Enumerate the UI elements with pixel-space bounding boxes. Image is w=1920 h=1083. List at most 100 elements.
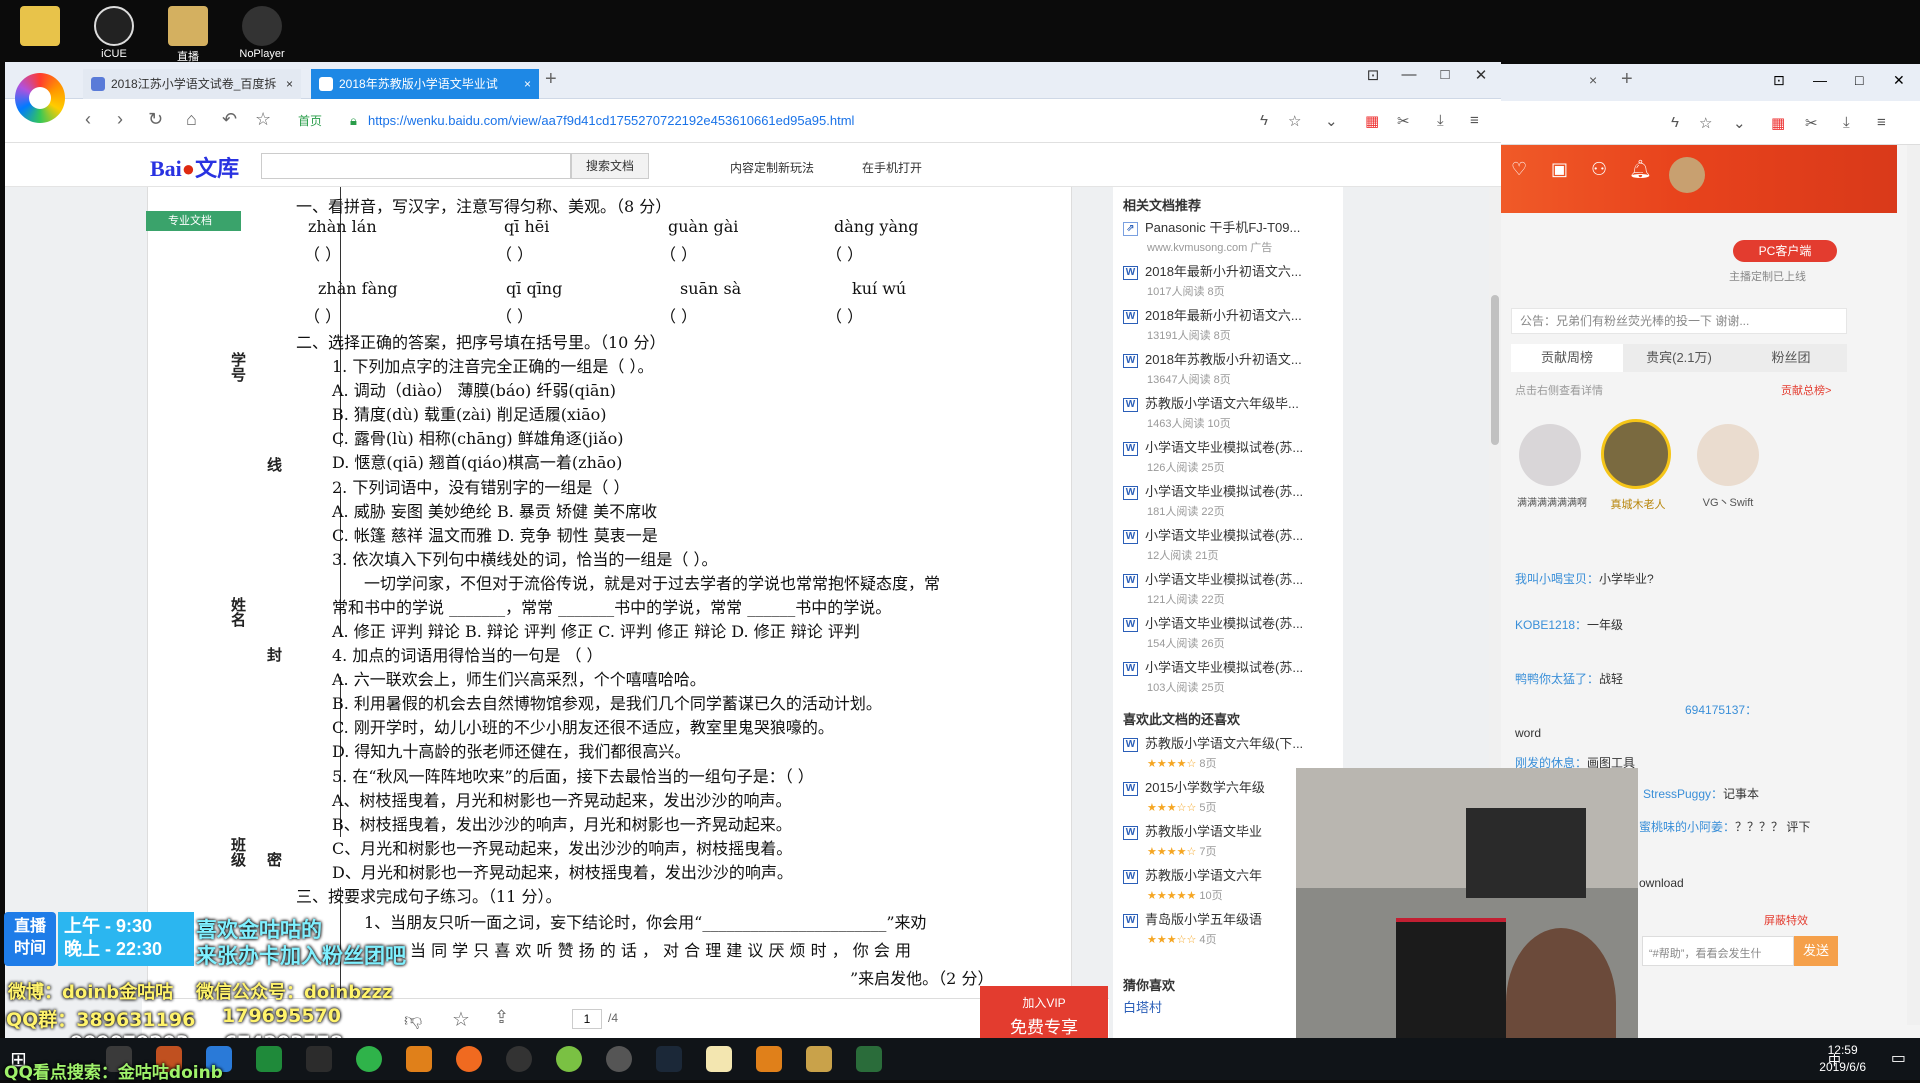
notification-icon[interactable]: ▭ bbox=[1891, 1048, 1906, 1068]
avatar[interactable] bbox=[1697, 424, 1759, 486]
search-button[interactable]: 搜索文档 bbox=[571, 153, 649, 179]
taskbar-app-icon[interactable] bbox=[856, 1046, 882, 1072]
taskbar-app-icon[interactable] bbox=[506, 1046, 532, 1072]
forward-icon[interactable]: › bbox=[117, 109, 123, 130]
close-tab-icon[interactable]: × bbox=[524, 69, 531, 99]
chevron-down-icon[interactable]: ⌄ bbox=[1733, 114, 1746, 132]
taskbar-app-icon[interactable] bbox=[756, 1046, 782, 1072]
favorite-icon[interactable]: ☆ bbox=[255, 109, 271, 130]
shield-effects-toggle[interactable]: 屏蔽特效 bbox=[1764, 912, 1808, 928]
related-doc-item[interactable]: W 小学语文毕业模拟试卷(苏... 126人阅读 25页 bbox=[1123, 437, 1338, 475]
taskbar-app-icon[interactable] bbox=[556, 1046, 582, 1072]
undo-icon[interactable]: ↶ bbox=[222, 109, 237, 130]
thumbs-down-icon[interactable]: 👎︎ bbox=[404, 1009, 422, 1031]
new-tab-button[interactable]: + bbox=[545, 68, 557, 91]
rank-total-link[interactable]: 贡献总榜> bbox=[1781, 382, 1831, 398]
tab-vip[interactable]: 贵宾(2.1万) bbox=[1623, 344, 1735, 372]
desktop-icon-folder[interactable] bbox=[10, 6, 70, 64]
apps-icon[interactable]: ▦ bbox=[1771, 114, 1785, 132]
taskbar-app-icon[interactable] bbox=[456, 1046, 482, 1072]
home-label[interactable]: 首页 bbox=[298, 108, 350, 134]
menu-icon[interactable]: ≡ bbox=[1877, 114, 1886, 131]
taskbar-app-icon[interactable] bbox=[806, 1046, 832, 1072]
download-icon[interactable]: ⤓ bbox=[1843, 114, 1850, 131]
message-icon[interactable]: 🔔︎ bbox=[1629, 159, 1652, 180]
related-doc-item[interactable]: W 小学语文毕业模拟试卷(苏... 154人阅读 26页 bbox=[1123, 613, 1338, 651]
clock[interactable]: 12:59 2019/6/6 bbox=[1819, 1042, 1866, 1076]
close-button[interactable]: ✕ bbox=[1893, 72, 1905, 89]
answer-bracket[interactable]: （ ） bbox=[304, 241, 341, 265]
home-icon[interactable]: ⌂ bbox=[186, 109, 197, 130]
tab-1[interactable]: 2018江苏小学语文试卷_百度拆 × bbox=[83, 69, 301, 99]
related-doc-item[interactable]: W 2018年最新小升初语文六... 13191人阅读 8页 bbox=[1123, 305, 1338, 343]
taskbar-app-icon[interactable] bbox=[606, 1046, 632, 1072]
skin-icon[interactable]: ⊡ bbox=[1355, 66, 1391, 84]
liked-doc-item[interactable]: W 苏教版小学语文六年级(下... ★★★★☆ 8页 bbox=[1123, 733, 1338, 771]
close-button[interactable]: ✕ bbox=[1463, 66, 1499, 84]
star-icon[interactable]: ☆ bbox=[1699, 114, 1712, 132]
desktop-icon-noplayer[interactable]: NoPlayer bbox=[232, 6, 292, 64]
answer-bracket[interactable]: （ ） bbox=[660, 303, 697, 327]
pc-client-button[interactable]: PC客户端 bbox=[1733, 240, 1837, 262]
desktop-icon-icue[interactable]: iCUE bbox=[84, 6, 144, 64]
page-input[interactable]: 1 bbox=[572, 1009, 602, 1029]
related-doc-item[interactable]: W 小学语文毕业模拟试卷(苏... 12人阅读 21页 bbox=[1123, 525, 1338, 563]
minimize-button[interactable]: — bbox=[1813, 72, 1827, 88]
follow-icon[interactable]: ♡ bbox=[1511, 159, 1527, 180]
custom-content-link[interactable]: 内容定制新玩法 bbox=[730, 159, 814, 176]
avatar[interactable] bbox=[1669, 157, 1705, 193]
skin-icon[interactable]: ⊡ bbox=[1773, 72, 1785, 89]
url-text[interactable]: https://wenku.baidu.com/view/aa7f9d41cd1… bbox=[368, 113, 854, 128]
answer-bracket[interactable]: （ ） bbox=[496, 241, 533, 265]
wechat-icon[interactable] bbox=[356, 1046, 382, 1072]
share-icon[interactable]: ⇪ bbox=[494, 1007, 509, 1028]
baidu-wenku-logo[interactable]: Bai●文库 bbox=[150, 151, 239, 183]
open-on-phone-link[interactable]: 在手机打开 bbox=[862, 159, 922, 176]
scrollbar[interactable] bbox=[1907, 145, 1920, 1025]
send-button[interactable]: 发送 bbox=[1794, 936, 1838, 966]
answer-bracket[interactable]: （ ） bbox=[304, 303, 341, 327]
tab-2[interactable]: 2018年苏教版小学语文毕业试 × bbox=[311, 69, 539, 99]
maximize-button[interactable]: □ bbox=[1855, 72, 1863, 88]
star-icon[interactable]: ☆ bbox=[452, 1007, 470, 1032]
new-tab-button[interactable]: + bbox=[1621, 68, 1633, 91]
reload-icon[interactable]: ↻ bbox=[148, 109, 163, 130]
chat-input[interactable]: “#帮助”，看看会发生什 bbox=[1642, 936, 1794, 966]
taskbar-app-icon[interactable] bbox=[406, 1046, 432, 1072]
answer-bracket[interactable]: （ ） bbox=[826, 303, 863, 327]
lightning-icon[interactable]: ϟ bbox=[1671, 114, 1679, 131]
chevron-down-icon[interactable]: ⌄ bbox=[1325, 112, 1338, 130]
address-bar[interactable]: 首页 🔒︎ https://wenku.baidu.com/view/aa7f9d4… bbox=[298, 108, 1308, 134]
answer-bracket[interactable]: （ ） bbox=[660, 241, 697, 265]
maximize-button[interactable]: □ bbox=[1427, 66, 1463, 83]
live-icon[interactable]: ▣ bbox=[1551, 159, 1568, 180]
related-doc-item[interactable]: W 2018年最新小升初语文六... 1017人阅读 8页 bbox=[1123, 261, 1338, 299]
related-doc-item[interactable]: ⇗ Panasonic 干手机FJ-T09... www.kvmusong.com … bbox=[1123, 217, 1338, 255]
search-input[interactable] bbox=[261, 153, 571, 179]
taskbar-app-icon[interactable] bbox=[706, 1046, 732, 1072]
answer-bracket[interactable]: （ ） bbox=[496, 303, 533, 327]
tab-weekly[interactable]: 贡献周榜 bbox=[1511, 344, 1623, 372]
related-doc-item[interactable]: W 小学语文毕业模拟试卷(苏... 181人阅读 22页 bbox=[1123, 481, 1338, 519]
lightning-icon[interactable]: ϟ bbox=[1260, 112, 1268, 129]
taskbar-app-icon[interactable] bbox=[306, 1046, 332, 1072]
minimize-button[interactable]: — bbox=[1391, 66, 1427, 83]
taskbar-app-icon[interactable] bbox=[256, 1046, 282, 1072]
scissors-icon[interactable]: ✂ bbox=[1397, 112, 1410, 130]
star-icon[interactable]: ☆ bbox=[1288, 112, 1301, 130]
avatar[interactable] bbox=[1519, 424, 1581, 486]
avatar[interactable] bbox=[1601, 419, 1671, 489]
apps-icon[interactable]: ▦ bbox=[1365, 112, 1379, 130]
tab-fans[interactable]: 粉丝团 bbox=[1735, 344, 1847, 372]
related-doc-item[interactable]: W 小学语文毕业模拟试卷(苏... 121人阅读 22页 bbox=[1123, 569, 1338, 607]
related-doc-item[interactable]: W 2018年苏教版小升初语文... 13647人阅读 8页 bbox=[1123, 349, 1338, 387]
related-doc-item[interactable]: W 苏教版小学语文六年级毕... 1463人阅读 10页 bbox=[1123, 393, 1338, 431]
download-icon[interactable]: ⤓ bbox=[1437, 112, 1444, 129]
close-tab-icon[interactable]: × bbox=[286, 69, 293, 99]
related-doc-item[interactable]: W 小学语文毕业模拟试卷(苏... 103人阅读 25页 bbox=[1123, 657, 1338, 695]
back-icon[interactable]: ‹ bbox=[85, 109, 91, 130]
desktop-icon-live[interactable]: 直播 bbox=[158, 6, 218, 64]
client-icon[interactable]: ⚇ bbox=[1591, 159, 1607, 180]
menu-icon[interactable]: ≡ bbox=[1470, 112, 1479, 129]
answer-bracket[interactable]: （ ） bbox=[826, 241, 863, 265]
